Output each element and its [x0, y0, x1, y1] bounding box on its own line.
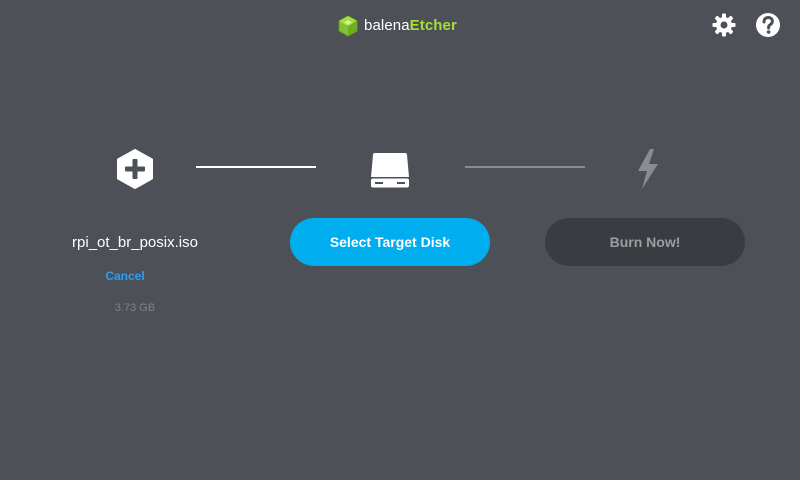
cube-logo-icon [338, 15, 358, 37]
select-target-button[interactable]: Select Target Disk [290, 218, 490, 266]
burn-now-button[interactable]: Burn Now! [545, 218, 745, 266]
question-icon[interactable] [755, 12, 781, 38]
brand-balena-text: balena [364, 17, 410, 34]
brand-name: balenaEtcher [364, 14, 457, 38]
gear-icon[interactable] [711, 12, 737, 38]
image-size: 3.73 GB [114, 302, 156, 314]
etcher-window: balenaEtcher rpi_ot_br_posix.iso Cancel … [0, 0, 800, 480]
lightning-icon [626, 147, 670, 191]
step-connector-2 [465, 166, 585, 168]
cancel-link[interactable]: Cancel [85, 268, 165, 284]
drive-icon [368, 147, 412, 191]
brand-etcher-text: Etcher [409, 17, 457, 34]
brand-logo: balenaEtcher [338, 14, 457, 38]
image-filename: rpi_ot_br_posix.iso [72, 234, 198, 251]
step-connector-1 [196, 166, 316, 168]
plus-hexagon-icon[interactable] [113, 147, 157, 191]
